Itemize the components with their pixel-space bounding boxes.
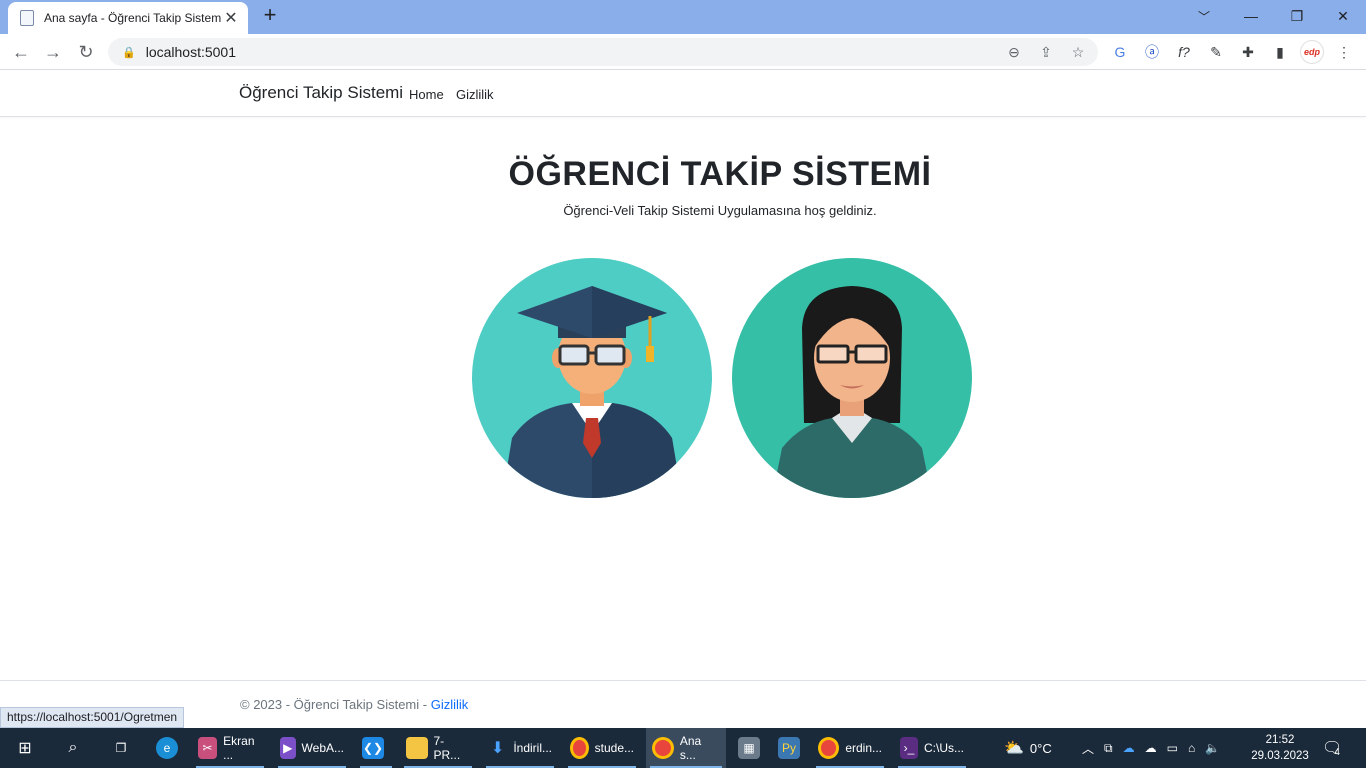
- taskbar-app-snip[interactable]: ✂ Ekran ...: [192, 728, 268, 768]
- edp-profile-icon[interactable]: edp: [1300, 40, 1324, 64]
- download-icon: ⬇: [490, 740, 505, 757]
- minimize-icon[interactable]: —: [1228, 0, 1274, 32]
- task-view-button[interactable]: ❐: [104, 728, 138, 768]
- taskbar-app-terminal[interactable]: ›_ C:\Us...: [894, 728, 970, 768]
- terminal-icon: ›_: [900, 737, 918, 759]
- tray-chevron-icon[interactable]: ︿: [1082, 740, 1094, 757]
- address-bar[interactable]: 🔒 localhost:5001 ⊖ ⇪ ☆: [108, 38, 1098, 66]
- restore-icon[interactable]: ❐: [1274, 0, 1320, 32]
- new-tab-button[interactable]: +: [258, 4, 282, 28]
- system-tray: ︿ ⧉ ☁ ☁ ▭ ⌂ 🔈: [1082, 728, 1220, 768]
- share-icon[interactable]: ⇪: [1036, 42, 1056, 62]
- edge-icon: e: [156, 737, 178, 759]
- taskbar-app-downloads[interactable]: ⬇ İndiril...: [482, 728, 558, 768]
- taskbar-app-label: 7-PR...: [433, 734, 461, 762]
- footer-text: © 2023 - Öğrenci Takip Sistemi - Gizlili…: [240, 697, 468, 712]
- weather-temp: 0°C: [1029, 740, 1052, 756]
- browser-tabstrip: Ana sayfa - Öğrenci Takip Sistemi ✕ + ﹀ …: [0, 0, 1366, 34]
- taskbar-app-label: C:\Us...: [923, 741, 964, 755]
- search-icon: ⌕: [68, 739, 78, 756]
- taskbar-app-label: İndiril...: [513, 741, 552, 755]
- calculator-icon: ▦: [738, 737, 760, 759]
- visual-studio-icon: ▶: [280, 737, 296, 759]
- taskbar-app-chrome-active[interactable]: Ana s...: [646, 728, 726, 768]
- link-status-bubble: https://localhost:5001/Ogretmen: [0, 707, 185, 728]
- side-panel-icon[interactable]: ▮: [1268, 40, 1292, 64]
- weather-icon: ⛅: [1004, 740, 1024, 757]
- snip-icon: ✂: [198, 737, 218, 759]
- meet-now-icon[interactable]: ⧉: [1104, 741, 1113, 756]
- nav-home-link[interactable]: Home: [409, 87, 444, 102]
- taskbar-app-python[interactable]: Py: [772, 728, 808, 768]
- taskbar-clock[interactable]: 21:52 29.03.2023: [1248, 732, 1312, 764]
- taskbar-edge[interactable]: e: [150, 728, 184, 768]
- onedrive-icon[interactable]: ☁: [1123, 741, 1135, 755]
- network-icon[interactable]: ⌂: [1188, 741, 1195, 755]
- taskbar-app-explorer[interactable]: 7-PR...: [400, 728, 476, 768]
- tab-close-icon[interactable]: ✕: [222, 8, 240, 28]
- teacher-avatar[interactable]: [732, 258, 972, 498]
- close-window-icon[interactable]: ✕: [1320, 0, 1366, 32]
- weather-widget[interactable]: ⛅ 0°C: [1004, 728, 1052, 768]
- extensions-bar: G ⓐ f? ✎ ✚ ▮ edp ⋮: [1108, 40, 1356, 64]
- browser-toolbar: ← → ↻ 🔒 localhost:5001 ⊖ ⇪ ☆ G ⓐ f? ✎ ✚ …: [0, 34, 1366, 70]
- page-title: ÖĞRENCİ TAKİP SİSTEMİ: [508, 155, 932, 193]
- folder-icon: [406, 737, 428, 759]
- site-navbar: Öğrenci Takip Sistemi Home Gizlilik: [0, 71, 1366, 117]
- start-button[interactable]: ⊞: [8, 728, 42, 768]
- forward-icon[interactable]: →: [40, 39, 66, 65]
- tab-search-chevron-icon[interactable]: ﹀: [1192, 4, 1216, 28]
- browser-tab[interactable]: Ana sayfa - Öğrenci Takip Sistemi ✕: [8, 2, 248, 34]
- chrome-menu-icon[interactable]: ⋮: [1332, 40, 1356, 64]
- url-text: localhost:5001: [145, 44, 236, 60]
- taskbar-app-label: Ekran ...: [223, 734, 255, 762]
- battery-icon[interactable]: ▭: [1167, 741, 1178, 755]
- bookmark-star-icon[interactable]: ☆: [1068, 42, 1088, 62]
- site-footer: © 2023 - Öğrenci Takip Sistemi - Gizlili…: [0, 680, 1366, 728]
- task-view-icon: ❐: [115, 741, 127, 755]
- formula-extension-icon[interactable]: f?: [1172, 40, 1196, 64]
- chrome-icon: [818, 737, 840, 759]
- python-icon: Py: [778, 737, 800, 759]
- taskbar-app-calculator[interactable]: ▦: [732, 728, 768, 768]
- taskbar-app-label: erdin...: [845, 741, 882, 755]
- taskbar-app-chrome-erdin[interactable]: erdin...: [812, 728, 888, 768]
- taskbar-app-label: stude...: [594, 741, 634, 755]
- extensions-puzzle-icon[interactable]: ✚: [1236, 40, 1260, 64]
- navbar-brand[interactable]: Öğrenci Takip Sistemi: [239, 83, 403, 103]
- back-icon[interactable]: ←: [8, 39, 34, 65]
- student-graduate-avatar[interactable]: [472, 258, 712, 498]
- taskbar-app-label: WebA...: [301, 741, 344, 755]
- window-controls: — ❐ ✕: [1228, 0, 1366, 32]
- windows-logo-icon: ⊞: [18, 740, 32, 757]
- clock-time: 21:52: [1265, 734, 1295, 746]
- page-favicon-icon: [20, 10, 34, 26]
- notification-count: 4: [1334, 746, 1340, 758]
- onedrive-personal-icon[interactable]: ☁: [1145, 741, 1157, 755]
- page-subtitle: Öğrenci-Veli Takip Sistemi Uygulamasına …: [563, 203, 877, 218]
- vscode-icon: ❮❯: [362, 737, 384, 759]
- footer-privacy-link[interactable]: Gizlilik: [431, 697, 469, 712]
- footer-copyright: © 2023 - Öğrenci Takip Sistemi -: [240, 697, 428, 712]
- zoom-icon[interactable]: ⊖: [1004, 42, 1024, 62]
- lock-icon[interactable]: 🔒: [122, 46, 136, 59]
- reload-icon[interactable]: ↻: [73, 39, 99, 65]
- taskbar-app-chrome-student[interactable]: stude...: [564, 728, 640, 768]
- taskbar-app-vscode[interactable]: ❮❯: [356, 728, 396, 768]
- amazon-extension-icon[interactable]: ⓐ: [1140, 40, 1164, 64]
- eyedropper-extension-icon[interactable]: ✎: [1204, 40, 1228, 64]
- tab-title: Ana sayfa - Öğrenci Takip Sistemi: [44, 11, 222, 25]
- notification-center-button[interactable]: 🗨 4: [1322, 728, 1342, 768]
- clock-date: 29.03.2023: [1251, 750, 1309, 762]
- chrome-icon: [652, 737, 674, 759]
- volume-icon[interactable]: 🔈: [1205, 741, 1220, 755]
- taskbar-app-visualstudio[interactable]: ▶ WebA...: [274, 728, 350, 768]
- windows-taskbar: ⊞ ⌕ ❐ e ✂ Ekran ... ▶ WebA... ❮❯ 7-PR...…: [0, 728, 1366, 768]
- nav-privacy-link[interactable]: Gizlilik: [456, 87, 494, 102]
- chrome-icon: [570, 737, 589, 759]
- taskbar-app-label: Ana s...: [679, 734, 702, 762]
- search-button[interactable]: ⌕: [56, 728, 90, 768]
- translate-extension-icon[interactable]: G: [1108, 40, 1132, 64]
